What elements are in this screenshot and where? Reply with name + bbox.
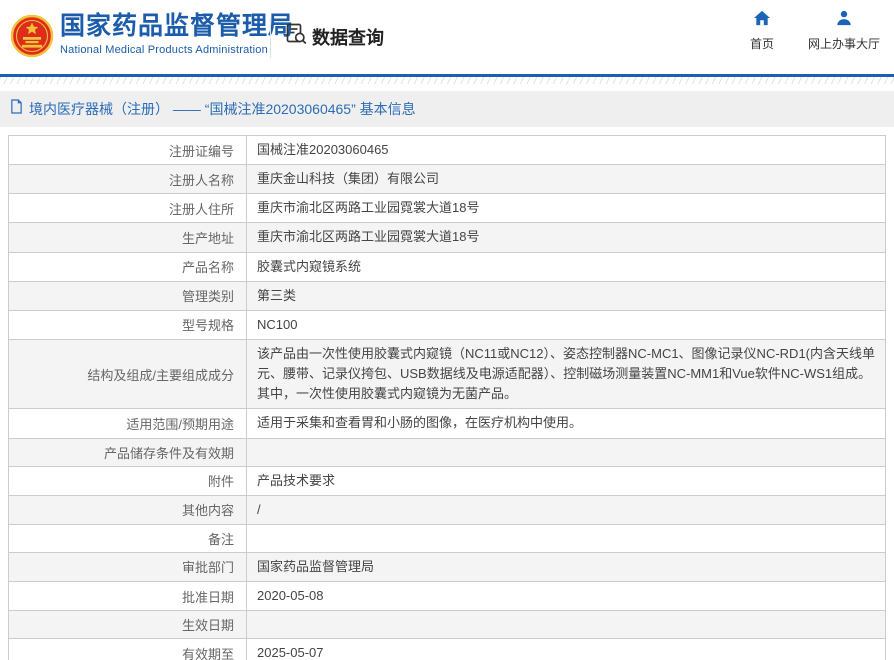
row-value <box>246 523 886 553</box>
row-value: 重庆市渝北区两路工业园霓裳大道18号 <box>246 193 886 224</box>
row-label: 有效期至 <box>8 638 247 660</box>
row-label: 其他内容 <box>8 494 247 525</box>
row-value: 该产品由一次性使用胶囊式内窥镜（NC11或NC12）、姿态控制器NC-MC1、图… <box>246 338 886 410</box>
table-row: 其他内容 / <box>8 494 886 525</box>
table-row: 产品储存条件及有效期 <box>8 437 886 467</box>
org-subtitle: National Medical Products Administration <box>60 43 268 56</box>
header-divider <box>270 18 271 58</box>
org-identity: 国家药品监督管理局 National Medical Products Admi… <box>60 12 294 56</box>
row-label: 适用范围/预期用途 <box>8 408 247 439</box>
row-value: 胶囊式内窥镜系统 <box>246 251 886 282</box>
nav-item-service-hall[interactable]: 网上办事大厅 <box>808 10 880 52</box>
site-header: 国家药品监督管理局 National Medical Products Admi… <box>0 0 894 74</box>
table-row: 批准日期 2020-05-08 <box>8 580 886 612</box>
row-label: 注册人住所 <box>8 193 247 224</box>
row-label: 生效日期 <box>8 610 247 640</box>
person-icon <box>835 10 853 31</box>
table-row: 型号规格 NC100 <box>8 309 886 340</box>
row-value: NC100 <box>246 309 886 340</box>
table-row: 注册证编号 国械注准20203060465 <box>8 134 886 166</box>
data-query-section[interactable]: 数据查询 <box>284 22 384 51</box>
row-value <box>246 610 886 640</box>
row-label: 结构及组成/主要组成成分 <box>8 338 247 410</box>
document-search-icon <box>284 22 308 51</box>
nav-label: 首页 <box>749 37 774 51</box>
nav-label: 网上办事大厅 <box>807 37 880 51</box>
row-value <box>246 437 886 467</box>
row-value: 国家药品监督管理局 <box>246 551 886 582</box>
table-row: 有效期至 2025-05-07 <box>8 638 886 660</box>
registration-info-table: 注册证编号 国械注准20203060465 注册人名称 重庆金山科技（集团）有限公司注… <box>0 127 894 660</box>
row-label: 注册证编号 <box>8 134 247 166</box>
table-row: 注册人住所 重庆市渝北区两路工业园霓裳大道18号 <box>8 193 886 224</box>
row-value: 2025-05-07 <box>246 638 886 660</box>
row-value: 国械注准20203060465 <box>246 134 886 166</box>
row-label: 生产地址 <box>8 222 247 253</box>
table-row: 生效日期 <box>8 610 886 640</box>
row-value: 重庆金山科技（集团）有限公司 <box>246 164 886 195</box>
document-icon <box>10 99 23 119</box>
table-row: 适用范围/预期用途 适用于采集和查看胃和小肠的图像，在医疗机构中使用。 <box>8 408 886 439</box>
table-row: 管理类别 第三类 <box>8 280 886 311</box>
row-label: 附件 <box>8 465 247 496</box>
top-nav: 首页 网上办事大厅 <box>750 10 880 52</box>
table-row: 审批部门 国家药品监督管理局 <box>8 551 886 582</box>
table-row: 生产地址 重庆市渝北区两路工业园霓裳大道18号 <box>8 222 886 253</box>
table-row: 附件 产品技术要求 <box>8 465 886 496</box>
row-value: / <box>246 494 886 525</box>
row-label: 批准日期 <box>8 580 247 612</box>
row-value: 产品技术要求 <box>246 465 886 496</box>
table-row: 产品名称 胶囊式内窥镜系统 <box>8 251 886 282</box>
row-label: 注册人名称 <box>8 164 247 195</box>
row-label: 产品储存条件及有效期 <box>8 437 247 467</box>
row-label: 型号规格 <box>8 309 247 340</box>
row-value: 2020-05-08 <box>246 580 886 612</box>
national-emblem-icon <box>10 8 54 66</box>
nav-item-home[interactable]: 首页 <box>750 10 774 52</box>
row-value: 重庆市渝北区两路工业园霓裳大道18号 <box>246 222 886 253</box>
breadcrumb-text: 境内医疗器械（注册） —— “国械注准20203060465” 基本信息 <box>29 101 416 117</box>
row-value: 适用于采集和查看胃和小肠的图像，在医疗机构中使用。 <box>246 408 886 439</box>
info-table-body: 注册证编号 国械注准20203060465 注册人名称 重庆金山科技（集团）有限公司注… <box>8 134 886 660</box>
section-title: 数据查询 <box>312 27 384 48</box>
row-label: 备注 <box>8 523 247 553</box>
row-label: 管理类别 <box>8 280 247 311</box>
row-value: 第三类 <box>246 280 886 311</box>
table-row: 备注 <box>8 523 886 553</box>
table-row: 注册人名称 重庆金山科技（集团）有限公司 <box>8 164 886 195</box>
row-label: 产品名称 <box>8 251 247 282</box>
breadcrumb: 境内医疗器械（注册） —— “国械注准20203060465” 基本信息 <box>0 91 894 127</box>
org-title: 国家药品监督管理局 <box>60 12 295 40</box>
home-icon <box>753 10 771 31</box>
texture-band <box>0 77 894 84</box>
table-row: 结构及组成/主要组成成分 该产品由一次性使用胶囊式内窥镜（NC11或NC12）、姿… <box>8 338 886 410</box>
row-label: 审批部门 <box>8 551 247 582</box>
